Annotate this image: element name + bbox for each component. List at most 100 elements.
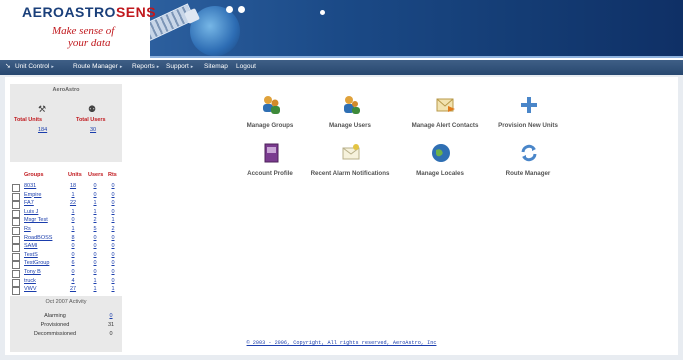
activity-label: Decommissioned — [33, 331, 77, 337]
group-users-link[interactable]: 1 — [90, 209, 100, 215]
tile-manage-locales[interactable]: Manage Locales — [400, 142, 480, 192]
group-users-link[interactable]: 0 — [90, 235, 100, 241]
group-name-link[interactable]: SAMI — [24, 243, 37, 249]
group-name-link[interactable]: RoadBOSS — [24, 235, 52, 241]
group-name-link[interactable]: Tony B — [24, 269, 41, 275]
globe-icon — [432, 144, 450, 162]
tile-provision-new-units[interactable]: Provision New Units — [488, 94, 568, 144]
nav-label: Route Manager — [73, 63, 118, 70]
group-name-link[interactable]: Msgr Test — [24, 217, 48, 223]
tile-account-profile[interactable]: Account Profile — [230, 142, 310, 192]
activity-label: Provisioned — [40, 322, 70, 328]
group-name-link[interactable]: FA7 — [24, 200, 34, 206]
group-name-link[interactable]: TestGroup — [24, 260, 49, 266]
total-users-value[interactable]: 30 — [90, 127, 96, 133]
group-units-link[interactable]: 0 — [68, 252, 78, 258]
group-units-link[interactable]: 0 — [68, 269, 78, 275]
nav-unit-control[interactable]: Unit Control ▸ — [15, 61, 54, 73]
group-icon — [263, 96, 280, 114]
group-users-link[interactable]: 0 — [90, 252, 100, 258]
group-rts-link[interactable]: 2 — [108, 226, 118, 232]
satellite-icon: ⚒ — [38, 104, 47, 114]
nav-sitemap[interactable]: Sitemap — [204, 61, 228, 73]
group-name-link[interactable]: truck — [24, 278, 36, 284]
group-users-link[interactable]: 1 — [90, 200, 100, 206]
group-units-link[interactable]: 0 — [68, 243, 78, 249]
chevron-down-icon: ▸ — [156, 64, 160, 70]
group-users-link[interactable]: 5 — [90, 226, 100, 232]
nav-reports[interactable]: Reports ▸ — [132, 61, 159, 73]
tile-recent-alarm-notifications[interactable]: Recent Alarm Notifications — [300, 142, 400, 192]
activity-value: 31 — [107, 322, 115, 328]
group-name-link[interactable]: Rs — [24, 226, 31, 232]
col-groups: Groups — [24, 172, 44, 178]
group-units-link[interactable]: 4 — [68, 278, 78, 284]
total-units-value[interactable]: 184 — [38, 127, 47, 133]
tile-label: Provision New Units — [498, 122, 558, 129]
group-units-link[interactable]: 0 — [68, 217, 78, 223]
tile-route-manager[interactable]: Route Manager — [488, 142, 568, 192]
group-row: VWV 27 1 1 — [10, 286, 122, 296]
logo[interactable]: AEROASTROSENS Make sense of your data — [0, 0, 156, 60]
group-users-link[interactable]: 0 — [90, 183, 100, 189]
org-title: AeroAstro — [52, 87, 80, 93]
total-users-label: Total Users — [76, 117, 106, 123]
group-rts-link[interactable]: 0 — [108, 200, 118, 206]
alarm-envelope-icon — [342, 144, 360, 160]
tile-manage-groups[interactable]: Manage Groups — [230, 94, 310, 144]
group-users-link[interactable]: 0 — [90, 192, 100, 198]
group-users-link[interactable]: 1 — [90, 278, 100, 284]
tagline: Make sense of your data — [52, 25, 114, 49]
summary-panel: AeroAstro ⚒ ⚉ Total Units Total Users 18… — [10, 84, 122, 162]
tile-manage-alert-contacts[interactable]: Manage Alert Contacts — [400, 94, 490, 144]
activity-row: Alarming 0 — [10, 313, 122, 322]
group-rts-link[interactable]: 0 — [108, 243, 118, 249]
sidebar: AeroAstro ⚒ ⚉ Total Units Total Users 18… — [10, 84, 122, 352]
group-units-link[interactable]: 18 — [68, 183, 78, 189]
activity-value[interactable]: 0 — [106, 313, 116, 319]
group-users-link[interactable]: 0 — [90, 269, 100, 275]
group-users-link[interactable]: 0 — [90, 243, 100, 249]
banner-divider — [150, 56, 683, 58]
group-users-link[interactable]: 1 — [90, 286, 100, 292]
group-checkbox[interactable] — [12, 287, 20, 296]
group-units-link[interactable]: 1 — [68, 209, 78, 215]
group-rts-link[interactable]: 0 — [108, 209, 118, 215]
group-rts-link[interactable]: 0 — [108, 192, 118, 198]
group-rts-link[interactable]: 1 — [108, 286, 118, 292]
group-name-link[interactable]: TestS — [24, 252, 38, 258]
group-rts-link[interactable]: 0 — [108, 260, 118, 266]
banner-dot — [238, 6, 245, 13]
group-units-link[interactable]: 1 — [68, 192, 78, 198]
nav-support[interactable]: Support ▸ — [166, 61, 193, 73]
chevron-down-icon: ▸ — [51, 64, 54, 70]
group-name-link[interactable]: 8031 — [24, 183, 36, 189]
chevron-down-icon: ▸ — [190, 64, 194, 70]
group-rts-link[interactable]: 1 — [108, 217, 118, 223]
group-rts-link[interactable]: 0 — [108, 269, 118, 275]
group-users-link[interactable]: 0 — [90, 260, 100, 266]
nav-route-manager[interactable]: Route Manager ▸ — [73, 61, 122, 73]
nav-label: Reports — [132, 63, 155, 70]
total-units-label: Total Units — [14, 117, 43, 123]
group-name-link[interactable]: Luis J — [24, 209, 38, 215]
group-units-link[interactable]: 6 — [68, 260, 78, 266]
group-rts-link[interactable]: 0 — [108, 183, 118, 189]
footer-copyright[interactable]: © 2003 - 2006, Copyright, All rights res… — [150, 340, 533, 346]
group-rts-link[interactable]: 0 — [108, 278, 118, 284]
group-units-link[interactable]: 1 — [68, 226, 78, 232]
group-units-link[interactable]: 22 — [68, 200, 78, 206]
group-name-link[interactable]: VWV — [24, 286, 37, 292]
group-users-link[interactable]: 2 — [90, 217, 100, 223]
group-units-link[interactable]: 8 — [68, 235, 78, 241]
activity-title: Oct 2007 Activity — [45, 299, 87, 305]
group-rts-link[interactable]: 0 — [108, 252, 118, 258]
nav-logout[interactable]: Logout — [236, 61, 256, 73]
tile-label: Route Manager — [505, 170, 551, 177]
alert-contacts-icon — [436, 98, 455, 112]
group-name-link[interactable]: Empire — [24, 192, 41, 198]
group-rts-link[interactable]: 0 — [108, 235, 118, 241]
group-units-link[interactable]: 27 — [68, 286, 78, 292]
tile-label: Manage Users — [329, 122, 371, 129]
tile-manage-users[interactable]: Manage Users — [310, 94, 390, 144]
